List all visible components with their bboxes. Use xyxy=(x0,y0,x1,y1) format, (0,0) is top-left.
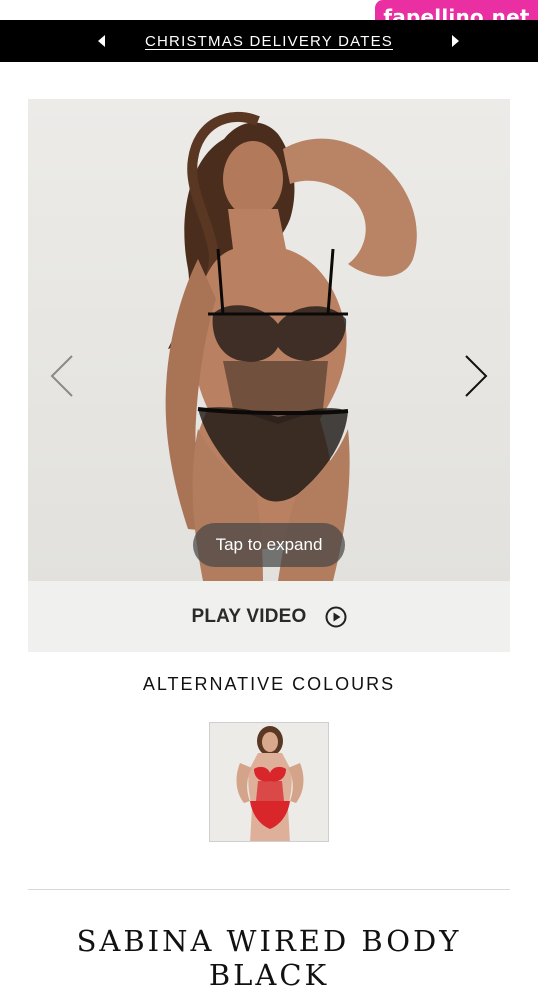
colour-swatch-red[interactable] xyxy=(209,722,329,842)
product-photo xyxy=(165,112,417,581)
alternative-colours-heading: ALTERNATIVE COLOURS xyxy=(142,674,396,694)
chevron-left-icon[interactable] xyxy=(48,354,78,398)
play-circle-icon xyxy=(325,606,346,627)
swatch-photo xyxy=(210,723,328,841)
play-video-button[interactable]: PLAY VIDEO xyxy=(28,581,510,652)
product-title-line2: BLACK xyxy=(208,958,330,992)
caret-right-icon[interactable] xyxy=(452,35,459,47)
caret-left-icon[interactable] xyxy=(98,35,105,47)
play-video-label: PLAY VIDEO xyxy=(191,605,307,627)
product-title-line1: SABINA WIRED BODY xyxy=(76,924,462,958)
section-divider xyxy=(28,889,510,890)
promo-link[interactable]: CHRISTMAS DELIVERY DATES xyxy=(145,33,393,50)
product-title: SABINA WIRED BODY BLACK xyxy=(0,924,538,992)
tap-to-expand-button[interactable]: Tap to expand xyxy=(193,523,345,567)
chevron-right-icon[interactable] xyxy=(460,354,490,398)
promo-banner: CHRISTMAS DELIVERY DATES xyxy=(0,20,538,62)
product-image-gallery[interactable]: Tap to expand xyxy=(28,99,510,581)
